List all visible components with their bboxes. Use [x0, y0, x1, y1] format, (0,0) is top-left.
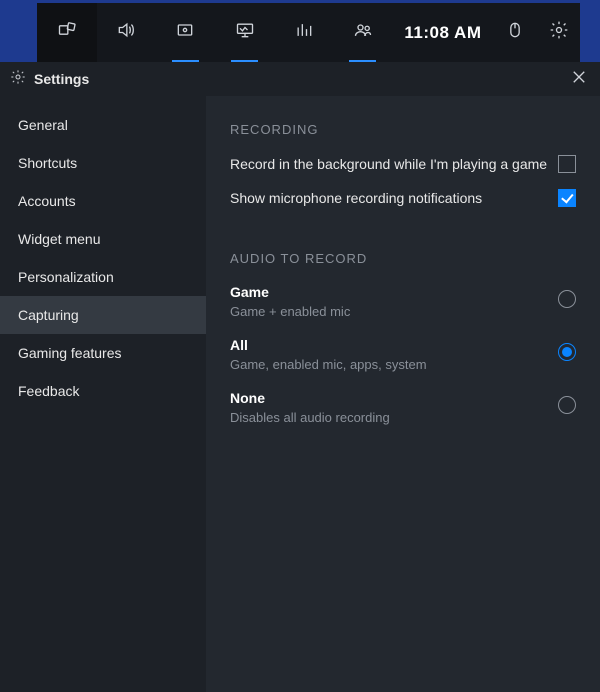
sidebar-item-label: Widget menu: [18, 231, 100, 247]
record-background-checkbox[interactable]: [558, 155, 576, 173]
settings-button[interactable]: [537, 3, 580, 62]
gear-icon: [10, 69, 26, 90]
window-title: Settings: [34, 71, 89, 87]
audio-button[interactable]: [97, 3, 156, 62]
record-background-label: Record in the background while I'm playi…: [230, 156, 547, 172]
chart-icon: [294, 20, 314, 45]
widgets-icon: [57, 20, 77, 45]
sidebar-item-gaming-features[interactable]: Gaming features: [0, 334, 206, 372]
sidebar-item-capturing[interactable]: Capturing: [0, 296, 206, 334]
clock-text: 11:08 AM: [404, 23, 481, 43]
window-header: Settings: [0, 62, 600, 96]
window-body: General Shortcuts Accounts Widget menu P…: [0, 96, 600, 692]
audio-option-none[interactable]: None Disables all audio recording: [230, 390, 576, 425]
gear-icon: [549, 20, 569, 45]
topbar-left-edge: [0, 3, 37, 62]
capture-icon: [175, 20, 195, 45]
sidebar-item-label: Capturing: [18, 307, 79, 323]
active-indicator: [231, 60, 258, 62]
sidebar-item-label: Gaming features: [18, 345, 122, 361]
radio-none[interactable]: [558, 396, 576, 414]
mic-notifications-row[interactable]: Show microphone recording notifications: [230, 189, 576, 207]
sidebar-item-widget-menu[interactable]: Widget menu: [0, 220, 206, 258]
option-desc: Game, enabled mic, apps, system: [230, 357, 427, 372]
sidebar-item-label: Accounts: [18, 193, 76, 209]
close-button[interactable]: [568, 66, 590, 93]
radio-game[interactable]: [558, 290, 576, 308]
content-panel: RECORDING Record in the background while…: [206, 96, 600, 692]
sidebar-item-accounts[interactable]: Accounts: [0, 182, 206, 220]
option-title: All: [230, 337, 427, 353]
clock: 11:08 AM: [392, 3, 493, 62]
sidebar-item-general[interactable]: General: [0, 106, 206, 144]
xbox-social-button[interactable]: [333, 3, 392, 62]
audio-option-all[interactable]: All Game, enabled mic, apps, system: [230, 337, 576, 372]
display-button[interactable]: [215, 3, 274, 62]
mouse-icon: [505, 20, 525, 45]
option-desc: Game + enabled mic: [230, 304, 350, 319]
speaker-icon: [116, 20, 136, 45]
mouse-button[interactable]: [493, 3, 536, 62]
topbar-right-edge: [580, 3, 600, 62]
audio-option-game[interactable]: Game Game + enabled mic: [230, 284, 576, 319]
close-icon: [572, 71, 586, 88]
option-title: Game: [230, 284, 350, 300]
sidebar: General Shortcuts Accounts Widget menu P…: [0, 96, 206, 692]
active-indicator: [172, 60, 199, 62]
record-background-row[interactable]: Record in the background while I'm playi…: [230, 155, 576, 173]
mic-notifications-checkbox[interactable]: [558, 189, 576, 207]
option-desc: Disables all audio recording: [230, 410, 390, 425]
sidebar-item-label: General: [18, 117, 68, 133]
sidebar-item-personalization[interactable]: Personalization: [0, 258, 206, 296]
widgets-button[interactable]: [37, 3, 96, 62]
people-icon: [353, 20, 373, 45]
sidebar-item-feedback[interactable]: Feedback: [0, 372, 206, 410]
capture-button[interactable]: [156, 3, 215, 62]
sidebar-item-shortcuts[interactable]: Shortcuts: [0, 144, 206, 182]
monitor-icon: [235, 20, 255, 45]
active-indicator: [349, 60, 376, 62]
mic-notifications-label: Show microphone recording notifications: [230, 190, 482, 206]
sidebar-item-label: Shortcuts: [18, 155, 77, 171]
game-bar-topbar: 11:08 AM: [0, 0, 600, 62]
sidebar-item-label: Personalization: [18, 269, 114, 285]
option-title: None: [230, 390, 390, 406]
section-recording-label: RECORDING: [230, 122, 576, 137]
section-audio-label: AUDIO TO RECORD: [230, 251, 576, 266]
radio-all[interactable]: [558, 343, 576, 361]
performance-button[interactable]: [274, 3, 333, 62]
sidebar-item-label: Feedback: [18, 383, 79, 399]
